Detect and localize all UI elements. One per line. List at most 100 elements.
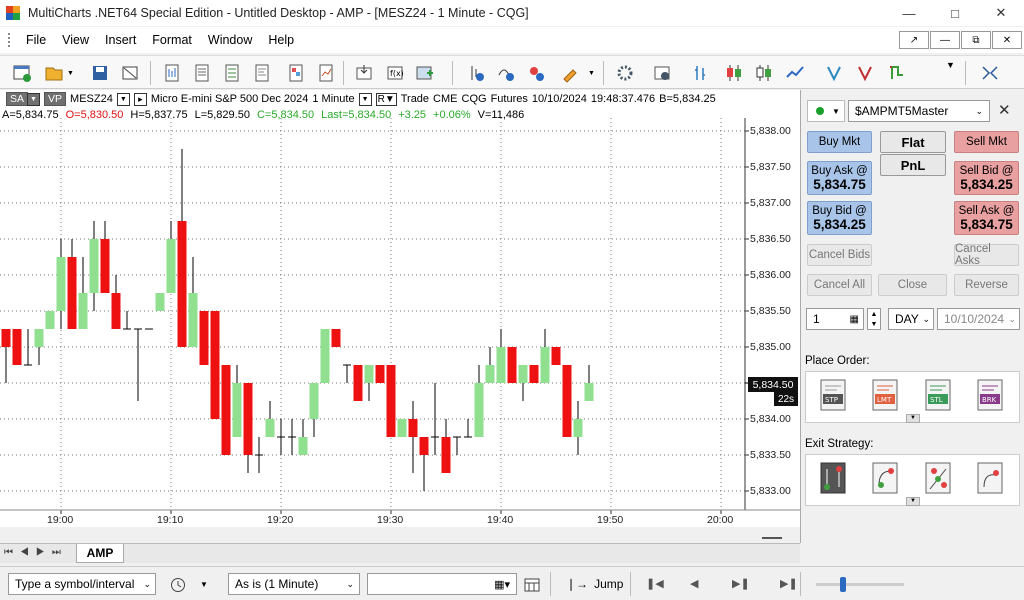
clock-dropdown-icon[interactable]: ▼ (200, 580, 208, 589)
close-icon[interactable]: ✕ (978, 0, 1024, 26)
symbol-dropdown-icon[interactable]: ▼ (116, 92, 130, 106)
buy-bid-button[interactable]: Buy Bid @5,834.25 (807, 201, 872, 235)
add-indicator-icon[interactable] (466, 63, 486, 83)
price-chart[interactable] (0, 90, 800, 527)
zoom-slider-thumb[interactable] (840, 577, 846, 592)
scroll-end-icon[interactable]: ▶❚ (780, 577, 798, 590)
cancel-bids-button[interactable]: Cancel Bids (807, 244, 872, 266)
reverse-button[interactable]: Reverse (954, 274, 1019, 296)
mdi-restore-window-icon[interactable]: ↗ (899, 31, 929, 49)
optimization-window-icon[interactable] (316, 63, 336, 83)
menu-insert[interactable]: Insert (97, 33, 144, 47)
breakout-order-icon[interactable]: BRK (976, 378, 1004, 412)
point-figure-icon[interactable] (824, 63, 844, 83)
new-workspace-icon[interactable] (12, 63, 32, 83)
splitter-handle[interactable] (762, 537, 782, 539)
add-alert-icon[interactable] (414, 63, 434, 83)
jump-button[interactable]: ‍❘→ Jump (566, 577, 623, 591)
minimize-icon[interactable]: — (886, 0, 932, 26)
clock-icon[interactable] (170, 577, 186, 593)
cancel-all-button[interactable]: Cancel All (807, 274, 872, 296)
limit-order-icon[interactable]: LMT (871, 378, 899, 412)
connection-status[interactable]: ▼ (807, 100, 845, 122)
portfolio-window-icon[interactable] (252, 63, 272, 83)
add-drawing-icon[interactable] (526, 63, 546, 83)
close-panel-icon[interactable]: ✕ (998, 101, 1011, 119)
menu-view[interactable]: View (54, 33, 97, 47)
maximize-icon[interactable]: □ (932, 0, 978, 26)
tif-date-picker[interactable]: 10/10/2024 ⌄ (937, 308, 1020, 330)
candle-up (496, 347, 506, 383)
open-workspace-icon[interactable] (44, 63, 64, 83)
drawing-tools-dropdown-icon[interactable]: ▼ (588, 70, 595, 77)
resolution-select[interactable]: As is (1 Minute) ⌄ (228, 573, 360, 595)
zoom-slider-track[interactable] (816, 583, 904, 586)
time-tick-label: 19:50 (597, 514, 624, 526)
vp-toggle[interactable]: VP (44, 92, 67, 106)
sell-bid-button[interactable]: Sell Bid @5,834.25 (954, 161, 1019, 195)
tab-amp[interactable]: AMP (76, 544, 124, 563)
place-order-box: STP LMT STL BRK ▼ (805, 371, 1020, 423)
save-icon[interactable] (90, 63, 110, 83)
scroll-forward-icon[interactable]: ▶❚ (732, 577, 750, 590)
buy-market-button[interactable]: Buy Mkt (807, 131, 872, 153)
add-signal-icon[interactable] (496, 63, 516, 83)
open-dropdown-icon[interactable]: ▼ (67, 70, 74, 77)
collapse-panel-icon[interactable] (980, 63, 1000, 83)
mdi-close-icon[interactable]: ✕ (992, 31, 1022, 49)
menu-help[interactable]: Help (260, 33, 302, 47)
quantity-input[interactable]: 1 ▦ (806, 308, 864, 330)
menu-file[interactable]: File (18, 33, 54, 47)
cancel-asks-button[interactable]: Cancel Asks (954, 243, 1019, 267)
scroll-back-icon[interactable]: ◀ (690, 577, 698, 590)
stop-limit-order-icon[interactable]: STL (924, 378, 952, 412)
mdi-minimize-icon[interactable]: — (930, 31, 960, 49)
mdi-restore-icon[interactable]: ⧉ (961, 31, 991, 49)
chart-area[interactable] (0, 90, 800, 527)
tab-nav-arrows-icon[interactable]: ⏮◀▶⏭ (4, 547, 68, 558)
exit-strategy-settings-icon[interactable] (819, 461, 847, 495)
menu-arrow-icon[interactable]: ▸ (133, 92, 147, 106)
candlestick-icon[interactable] (724, 63, 744, 83)
exit-breakeven-icon[interactable] (871, 461, 899, 495)
format-instrument-icon[interactable] (615, 63, 635, 83)
renko-icon[interactable] (855, 63, 875, 83)
place-order-expand-icon[interactable]: ▼ (906, 414, 920, 423)
scanner-window-icon[interactable] (192, 63, 212, 83)
hollow-candle-icon[interactable] (754, 63, 774, 83)
calendar-grid-icon[interactable] (524, 578, 540, 592)
kagi-icon[interactable] (886, 63, 906, 83)
heatmap-window-icon[interactable] (286, 63, 306, 83)
sell-market-button[interactable]: Sell Mkt (954, 131, 1019, 153)
scroll-start-icon[interactable]: ❚◀ (646, 577, 664, 590)
chart-window-icon[interactable] (162, 63, 182, 83)
toolbar-overflow-icon[interactable]: ▼ (946, 60, 955, 70)
date-picker[interactable]: ▦▾ (367, 573, 517, 595)
buy-ask-button[interactable]: Buy Ask @5,834.75 (807, 161, 872, 195)
dom-window-icon[interactable] (222, 63, 242, 83)
format-window-icon[interactable] (652, 63, 672, 83)
sa-dropdown-icon[interactable]: ▼ (27, 92, 41, 106)
exit-trailing-icon[interactable] (976, 461, 1004, 495)
insert-study-icon[interactable]: f(x) (385, 63, 405, 83)
interval-dropdown-icon[interactable]: ▼ (358, 92, 372, 106)
symbol-interval-input[interactable]: Type a symbol/interval ⌄ (8, 573, 156, 595)
export-icon[interactable] (354, 63, 374, 83)
stop-order-icon[interactable]: STP (819, 378, 847, 412)
drawing-tools-icon[interactable] (560, 63, 580, 83)
line-chart-icon[interactable] (785, 63, 805, 83)
sa-toggle[interactable]: SA (6, 92, 29, 106)
account-select[interactable]: $AMPMT5Master ⌄ (848, 100, 990, 122)
tif-select[interactable]: DAY ⌄ (888, 308, 934, 330)
exit-strategy-expand-icon[interactable]: ▼ (906, 497, 920, 506)
exit-bracket-icon[interactable] (924, 461, 952, 495)
ohlc-bars-icon[interactable] (690, 63, 710, 83)
close-workspace-icon[interactable] (120, 63, 140, 83)
sell-ask-button[interactable]: Sell Ask @5,834.75 (954, 201, 1019, 235)
lmt-icon-text: LMT (877, 396, 892, 404)
r-box[interactable]: R▼ (375, 92, 397, 106)
menu-window[interactable]: Window (200, 33, 260, 47)
menu-format[interactable]: Format (144, 33, 200, 47)
close-position-button[interactable]: Close (878, 274, 947, 296)
quantity-stepper[interactable]: ▲ ▼ (867, 308, 881, 330)
